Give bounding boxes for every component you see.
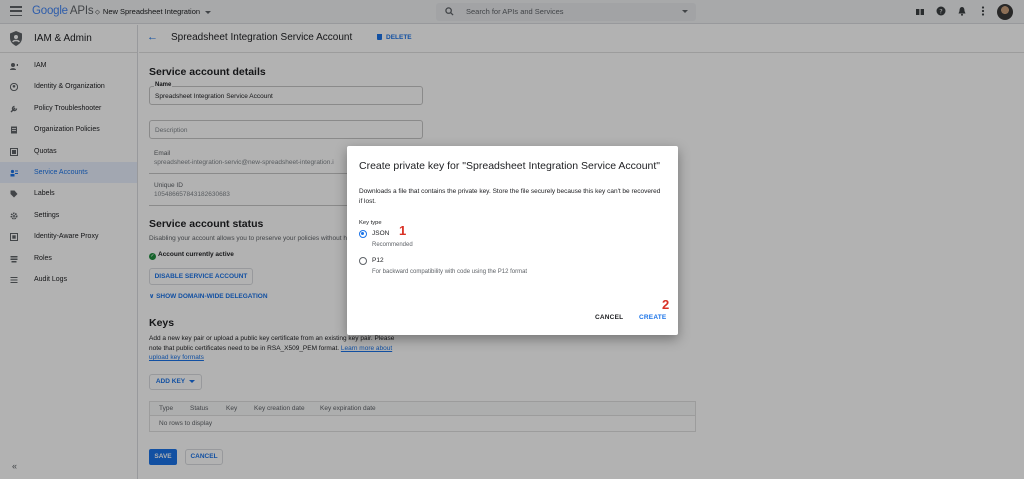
dialog-description: Downloads a file that contains the priva… [359,188,661,205]
key-type-label: Key type [359,220,382,226]
p12-sublabel: For backward compatibility with code usi… [372,269,528,275]
step-marker-1: 1 [399,223,407,238]
dialog-title: Create private key for "Spreadsheet Inte… [359,160,661,172]
p12-label[interactable]: P12 [372,257,384,264]
create-key-dialog: Create private key for "Spreadsheet Inte… [347,146,678,335]
p12-radio[interactable] [359,257,367,265]
json-sublabel: Recommended [372,242,413,248]
step-marker-2: 2 [662,297,670,312]
json-label[interactable]: JSON [372,230,389,237]
dialog-cancel-button[interactable]: CANCEL [595,314,623,321]
create-button[interactable]: CREATE [639,314,666,321]
json-radio[interactable] [359,230,367,238]
